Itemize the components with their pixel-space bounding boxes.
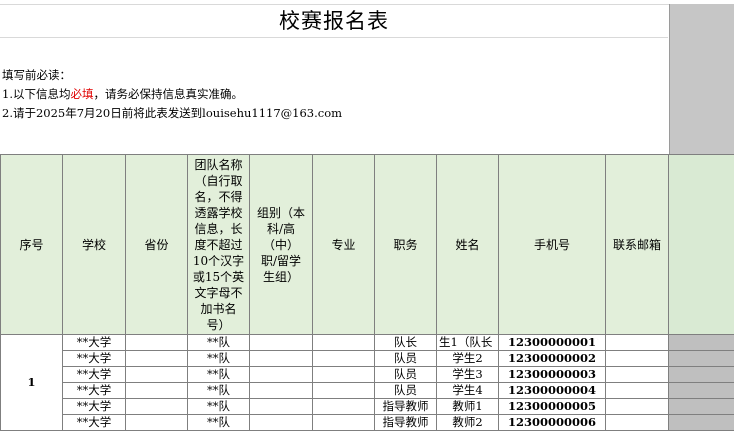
- table-row: **大学 **队 队员 学生2 12300000002: [1, 350, 734, 367]
- table-row: **大学 **队 队员 学生4 12300000004: [1, 382, 734, 399]
- seq-cell[interactable]: 1: [0, 334, 63, 431]
- school-cell[interactable]: **大学: [62, 382, 126, 399]
- school-cell[interactable]: **大学: [62, 414, 126, 431]
- province-cell[interactable]: [125, 366, 188, 383]
- instruction-line-2: 2.请于2025年7月20日前将此表发送到louisehu1117@163.co…: [2, 106, 343, 120]
- team-cell[interactable]: **队: [187, 398, 250, 415]
- phone-cell[interactable]: 12300000003: [498, 366, 606, 383]
- team-cell[interactable]: **队: [187, 382, 250, 399]
- instructions-heading: 填写前必读：: [2, 68, 71, 82]
- name-cell[interactable]: 教师2: [436, 414, 499, 431]
- team-cell[interactable]: **队: [187, 366, 250, 383]
- header-extra[interactable]: [668, 154, 734, 335]
- team-cell[interactable]: **队: [187, 334, 250, 351]
- email-cell[interactable]: [605, 382, 669, 399]
- major-cell[interactable]: [312, 334, 375, 351]
- phone-cell[interactable]: 12300000006: [498, 414, 606, 431]
- team-cell[interactable]: **队: [187, 414, 250, 431]
- phone-cell[interactable]: 12300000002: [498, 350, 606, 367]
- school-cell[interactable]: **大学: [62, 334, 126, 351]
- table-row: 1 **大学 **队 队长 生1（队长 12300000001: [0, 334, 734, 431]
- gray-cell[interactable]: [668, 414, 734, 431]
- header-email[interactable]: 联系邮箱: [605, 154, 669, 335]
- phone-cell[interactable]: 12300000001: [498, 334, 606, 351]
- province-cell[interactable]: [125, 334, 188, 351]
- header-province[interactable]: 省份: [125, 154, 188, 335]
- required-highlight: 必填: [70, 87, 94, 101]
- header-row: 序号 学校 省份 团队名称（自行取名，不得透露学校信息，长度不超过10个汉字或1…: [0, 154, 734, 335]
- group-cell[interactable]: [249, 398, 313, 415]
- major-cell[interactable]: [312, 382, 375, 399]
- header-major[interactable]: 专业: [312, 154, 375, 335]
- table-row: **大学 **队 指导教师 教师1 12300000005: [1, 398, 734, 415]
- name-cell[interactable]: 学生3: [436, 366, 499, 383]
- email-cell[interactable]: [605, 414, 669, 431]
- school-cell[interactable]: **大学: [62, 350, 126, 367]
- province-cell[interactable]: [125, 414, 188, 431]
- role-cell[interactable]: 队员: [374, 350, 437, 367]
- instruction-line-1-prefix: 1.以下信息均: [2, 87, 71, 101]
- spreadsheet: 校赛报名表 填写前必读： 1.以下信息均必填，请务必保持信息真实准确。 2.请于…: [0, 0, 734, 434]
- instruction-line-1: 1.以下信息均必填，请务必保持信息真实准确。: [2, 85, 243, 104]
- province-cell[interactable]: [125, 350, 188, 367]
- group-cell[interactable]: [249, 366, 313, 383]
- gray-cell[interactable]: [668, 350, 734, 367]
- group-cell[interactable]: [249, 414, 313, 431]
- name-cell[interactable]: 生1（队长: [436, 334, 499, 351]
- role-cell[interactable]: 指导教师: [374, 414, 437, 431]
- group-cell[interactable]: [249, 350, 313, 367]
- table-row: **大学 **队 队员 学生3 12300000003: [1, 366, 734, 383]
- email-cell[interactable]: [605, 398, 669, 415]
- header-seq[interactable]: 序号: [0, 154, 63, 335]
- role-cell[interactable]: 队长: [374, 334, 437, 351]
- role-cell[interactable]: 队员: [374, 382, 437, 399]
- school-cell[interactable]: **大学: [62, 366, 126, 383]
- name-cell[interactable]: 学生4: [436, 382, 499, 399]
- name-cell[interactable]: 学生2: [436, 350, 499, 367]
- group-cell[interactable]: [249, 382, 313, 399]
- province-cell[interactable]: [125, 382, 188, 399]
- gray-cell[interactable]: [668, 334, 734, 351]
- province-cell[interactable]: [125, 398, 188, 415]
- sheet-title[interactable]: 校赛报名表: [0, 5, 668, 38]
- major-cell[interactable]: [312, 398, 375, 415]
- instruction-line-1-suffix: ，请务必保持信息真实准确。: [93, 87, 243, 101]
- gray-filled-column-top: [669, 4, 734, 155]
- group-cell[interactable]: [249, 334, 313, 351]
- major-cell[interactable]: [312, 366, 375, 383]
- email-cell[interactable]: [605, 366, 669, 383]
- header-phone[interactable]: 手机号: [498, 154, 606, 335]
- gray-cell[interactable]: [668, 382, 734, 399]
- header-group[interactable]: 组别（本科/高（中）职/留学生组）: [249, 154, 313, 335]
- instructions-block[interactable]: 填写前必读： 1.以下信息均必填，请务必保持信息真实准确。 2.请于2025年7…: [0, 38, 668, 154]
- header-school[interactable]: 学校: [62, 154, 126, 335]
- role-cell[interactable]: 指导教师: [374, 398, 437, 415]
- major-cell[interactable]: [312, 350, 375, 367]
- name-cell[interactable]: 教师1: [436, 398, 499, 415]
- table-row: **大学 **队 指导教师 教师2 12300000006: [1, 414, 734, 431]
- phone-cell[interactable]: 12300000005: [498, 398, 606, 415]
- major-cell[interactable]: [312, 414, 375, 431]
- school-cell[interactable]: **大学: [62, 398, 126, 415]
- role-cell[interactable]: 队员: [374, 366, 437, 383]
- header-team-name[interactable]: 团队名称（自行取名，不得透露学校信息，长度不超过10个汉字或15个英文字母不加书…: [187, 154, 250, 335]
- email-cell[interactable]: [605, 350, 669, 367]
- email-cell[interactable]: [605, 334, 669, 351]
- team-cell[interactable]: **队: [187, 350, 250, 367]
- gray-cell[interactable]: [668, 398, 734, 415]
- gray-cell[interactable]: [668, 366, 734, 383]
- phone-cell[interactable]: 12300000004: [498, 382, 606, 399]
- header-name[interactable]: 姓名: [436, 154, 499, 335]
- registration-table: 序号 学校 省份 团队名称（自行取名，不得透露学校信息，长度不超过10个汉字或1…: [0, 154, 734, 431]
- header-role[interactable]: 职务: [374, 154, 437, 335]
